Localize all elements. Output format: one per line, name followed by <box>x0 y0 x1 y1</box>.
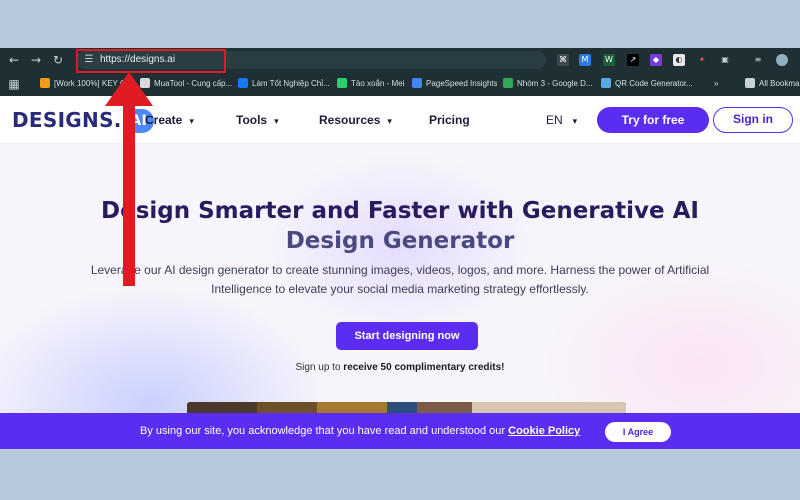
annotation-arrow-shaft <box>123 102 135 286</box>
cookie-banner: By using our site, you acknowledge that … <box>0 413 800 449</box>
forward-icon[interactable]: → <box>28 52 44 68</box>
reading-list-icon[interactable]: ≡ <box>752 54 764 66</box>
extension-icon[interactable]: W <box>603 54 615 66</box>
extension-icon[interactable]: M <box>579 54 591 66</box>
chevron-down-icon: ▾ <box>572 117 578 127</box>
bookmark-item[interactable]: Nhóm 3 - Google D... <box>503 77 595 91</box>
more-bookmarks-icon[interactable]: » <box>714 77 728 91</box>
preview-thumbnail <box>187 402 257 413</box>
extensions-puzzle-icon[interactable]: ▣ <box>719 54 731 66</box>
extension-icon[interactable]: ✦ <box>696 54 708 66</box>
preview-thumbnail <box>417 402 472 413</box>
language-selector[interactable]: EN ▾ <box>546 110 577 130</box>
logo-text: DESIGNS. <box>12 108 122 132</box>
design-preview-strip <box>187 402 626 413</box>
preview-thumbnail <box>257 402 317 413</box>
profile-avatar[interactable] <box>776 54 788 66</box>
bookmark-item[interactable]: MuaTool - Cung cấp... <box>140 77 232 91</box>
extension-icon[interactable]: ⌘ <box>557 54 569 66</box>
extension-icon[interactable]: ◆ <box>650 54 662 66</box>
all-bookmarks-folder[interactable]: All Bookma <box>745 77 800 91</box>
hero-subtitle: Leverage our AI design generator to crea… <box>90 263 710 296</box>
hero-title-line2: Design Generator <box>285 228 515 254</box>
nav-tools[interactable]: Tools ▾ <box>236 110 279 130</box>
apps-grid-icon[interactable]: ▦ <box>6 76 22 92</box>
back-icon[interactable]: ← <box>6 52 22 68</box>
bookmark-item[interactable]: Làm Tốt Nghiệp Chỉ... <box>238 77 330 91</box>
nav-create[interactable]: Create ▾ <box>145 110 194 130</box>
nav-resources[interactable]: Resources ▾ <box>319 110 392 130</box>
extension-icon[interactable]: ↗ <box>627 54 639 66</box>
cookie-message: By using our site, you acknowledge that … <box>140 425 581 437</box>
preview-thumbnail <box>472 402 626 413</box>
nav-pricing[interactable]: Pricing <box>429 110 470 130</box>
chevron-down-icon: ▾ <box>387 117 392 127</box>
address-bar-row: ← → ↻ ☰ https://designs.ai ☆ ⌘ M W ↗ ◆ ◐… <box>0 48 800 73</box>
preview-thumbnail <box>387 402 417 413</box>
bookmark-item[interactable]: Tảo xoắn - Mei <box>337 77 407 91</box>
preview-thumbnail <box>317 402 387 413</box>
chevron-down-icon: ▾ <box>189 117 194 127</box>
chevron-down-icon: ▾ <box>274 117 279 127</box>
annotation-arrow-head <box>105 72 153 106</box>
cookie-policy-link[interactable]: Cookie Policy <box>508 425 580 437</box>
bookmark-item[interactable]: PageSpeed Insights <box>412 77 497 91</box>
reload-icon[interactable]: ↻ <box>50 52 66 68</box>
hero-section: Design Smarter and Faster with Generativ… <box>0 144 800 413</box>
hero-title-line1: Design Smarter and Faster with Generativ… <box>101 198 699 224</box>
sign-in-button[interactable]: Sign in <box>713 107 793 133</box>
signup-credits-text: Sign up to receive 50 complimentary cred… <box>295 362 505 373</box>
url-highlight-annotation <box>76 49 226 73</box>
start-designing-button[interactable]: Start designing now <box>336 322 478 350</box>
bookmark-item[interactable]: QR Code Generator... <box>601 77 696 91</box>
agree-button[interactable]: I Agree <box>605 422 671 442</box>
try-for-free-button[interactable]: Try for free <box>597 107 709 133</box>
extension-icon[interactable]: ◐ <box>673 54 685 66</box>
